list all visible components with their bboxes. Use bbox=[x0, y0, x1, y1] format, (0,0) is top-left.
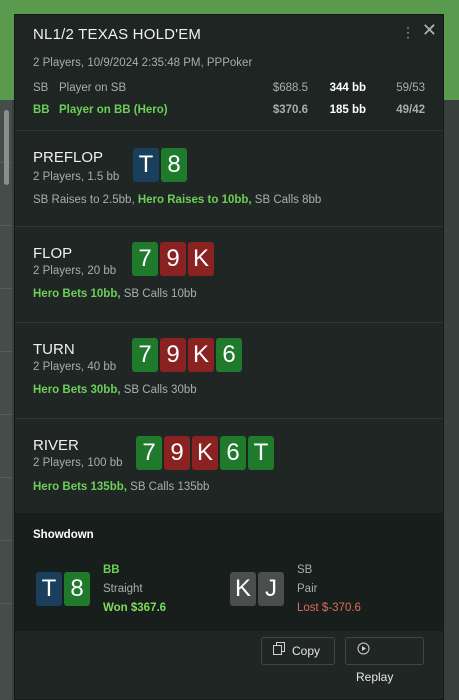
card: K bbox=[192, 436, 218, 470]
background-list-strip bbox=[0, 100, 12, 700]
player-stats: 49/42 bbox=[396, 104, 425, 116]
street-preflop: PREFLOP 2 Players, 1.5 bb T 8 SB Raises … bbox=[15, 131, 443, 227]
showdown-position: BB bbox=[103, 564, 120, 576]
street-flop: FLOP 2 Players, 20 bb 7 9 K Hero Bets 10… bbox=[15, 227, 443, 323]
street-actions: Hero Bets 10bb, SB Calls 10bb bbox=[33, 288, 197, 300]
street-actions: Hero Bets 30bb, SB Calls 30bb bbox=[33, 384, 197, 396]
street-players: 2 Players, 20 bb bbox=[33, 265, 117, 277]
game-title: NL1/2 TEXAS HOLD'EM bbox=[33, 26, 202, 43]
replay-button[interactable]: Replay bbox=[345, 637, 424, 684]
board-cards: 7 9 K 6 T bbox=[136, 436, 274, 470]
card: 6 bbox=[216, 338, 242, 372]
villain-cards: K J bbox=[230, 572, 284, 606]
player-name: Player on SB bbox=[59, 82, 127, 94]
villain-showdown-info: SB Pair Lost $-370.6 bbox=[297, 561, 361, 618]
hero-showdown-cards: T 8 bbox=[36, 572, 90, 606]
card: K bbox=[188, 242, 214, 276]
showdown-hand: Straight bbox=[103, 583, 143, 595]
card: T bbox=[36, 572, 62, 606]
card: 7 bbox=[132, 242, 158, 276]
showdown-result: Won $367.6 bbox=[103, 602, 167, 614]
street-players: 2 Players, 100 bb bbox=[33, 457, 123, 469]
card: T bbox=[248, 436, 274, 470]
hero-action: Hero Bets 10bb, bbox=[33, 288, 121, 300]
player-stack-bb: 344 bb bbox=[329, 82, 366, 94]
hand-header: NL1/2 TEXAS HOLD'EM ⋮ ✕ 2 Players, 10/9/… bbox=[15, 15, 443, 131]
street-actions: SB Raises to 2.5bb, Hero Raises to 10bb,… bbox=[33, 194, 321, 206]
player-name: Player on BB (Hero) bbox=[59, 104, 168, 116]
action-text: SB Calls 10bb bbox=[120, 288, 197, 300]
player-position: SB bbox=[33, 82, 49, 94]
showdown-title: Showdown bbox=[33, 529, 94, 541]
hand-info: 2 Players, 10/9/2024 2:35:48 PM, PPPoker bbox=[33, 57, 253, 69]
street-label: PREFLOP bbox=[33, 149, 104, 166]
player-row-hero: BB Player on BB (Hero) $370.6 185 bb 49/… bbox=[33, 99, 425, 121]
street-label: TURN bbox=[33, 341, 75, 358]
card: 9 bbox=[164, 436, 190, 470]
hero-cards: T 8 bbox=[36, 572, 90, 606]
action-text: SB Calls 30bb bbox=[120, 384, 197, 396]
showdown-result: Lost $-370.6 bbox=[297, 602, 361, 614]
card: 7 bbox=[132, 338, 158, 372]
player-row-sb: SB Player on SB $688.5 344 bb 59/53 bbox=[33, 77, 425, 99]
card: 7 bbox=[136, 436, 162, 470]
card: 9 bbox=[160, 338, 186, 372]
street-players: 2 Players, 40 bb bbox=[33, 361, 117, 373]
street-turn: TURN 2 Players, 40 bb 7 9 K 6 Hero Bets … bbox=[15, 323, 443, 419]
background-scrollbar[interactable] bbox=[4, 110, 9, 185]
hero-action: Hero Bets 135bb, bbox=[33, 481, 127, 493]
street-label: RIVER bbox=[33, 437, 79, 454]
player-stack: $688.5 bbox=[272, 82, 308, 94]
replay-label: Replay bbox=[356, 670, 394, 684]
board-cards: 7 9 K bbox=[132, 242, 214, 276]
card: J bbox=[258, 572, 284, 606]
player-position: BB bbox=[33, 104, 50, 116]
villain-showdown-cards: K J bbox=[230, 572, 284, 606]
action-text: SB Calls 135bb bbox=[126, 481, 210, 493]
hole-cards: T 8 bbox=[133, 148, 187, 182]
card: T bbox=[133, 148, 159, 182]
showdown-position: SB bbox=[297, 564, 313, 576]
hero-action: Hero Raises to 10bb, bbox=[137, 194, 252, 206]
replay-icon bbox=[356, 638, 370, 664]
action-text: SB Calls 8bb bbox=[251, 194, 322, 206]
kebab-menu-icon[interactable]: ⋮ bbox=[401, 24, 415, 41]
copy-label: Copy bbox=[292, 644, 321, 658]
showdown-section: Showdown T 8 BB Straight Won $367.6 K J … bbox=[15, 513, 443, 631]
copy-icon bbox=[272, 638, 286, 664]
close-icon[interactable]: ✕ bbox=[422, 20, 437, 41]
player-stack: $370.6 bbox=[272, 104, 308, 116]
street-river: RIVER 2 Players, 100 bb 7 9 K 6 T Hero B… bbox=[15, 419, 443, 515]
board-cards: 7 9 K 6 bbox=[132, 338, 242, 372]
player-stack-bb: 185 bb bbox=[329, 104, 366, 116]
card: K bbox=[188, 338, 214, 372]
hero-action: Hero Bets 30bb, bbox=[33, 384, 121, 396]
card: 8 bbox=[64, 572, 90, 606]
card: 8 bbox=[161, 148, 187, 182]
showdown-hand: Pair bbox=[297, 583, 318, 595]
hand-history-panel: NL1/2 TEXAS HOLD'EM ⋮ ✕ 2 Players, 10/9/… bbox=[14, 14, 444, 700]
hero-showdown-info: BB Straight Won $367.6 bbox=[103, 561, 166, 618]
player-stats: 59/53 bbox=[396, 82, 425, 94]
street-players: 2 Players, 1.5 bb bbox=[33, 171, 120, 183]
street-label: FLOP bbox=[33, 245, 73, 262]
action-text: SB Raises to 2.5bb, bbox=[33, 194, 138, 206]
card: K bbox=[230, 572, 256, 606]
card: 9 bbox=[160, 242, 186, 276]
copy-button[interactable]: Copy bbox=[261, 637, 335, 665]
card: 6 bbox=[220, 436, 246, 470]
street-actions: Hero Bets 135bb, SB Calls 135bb bbox=[33, 481, 209, 493]
